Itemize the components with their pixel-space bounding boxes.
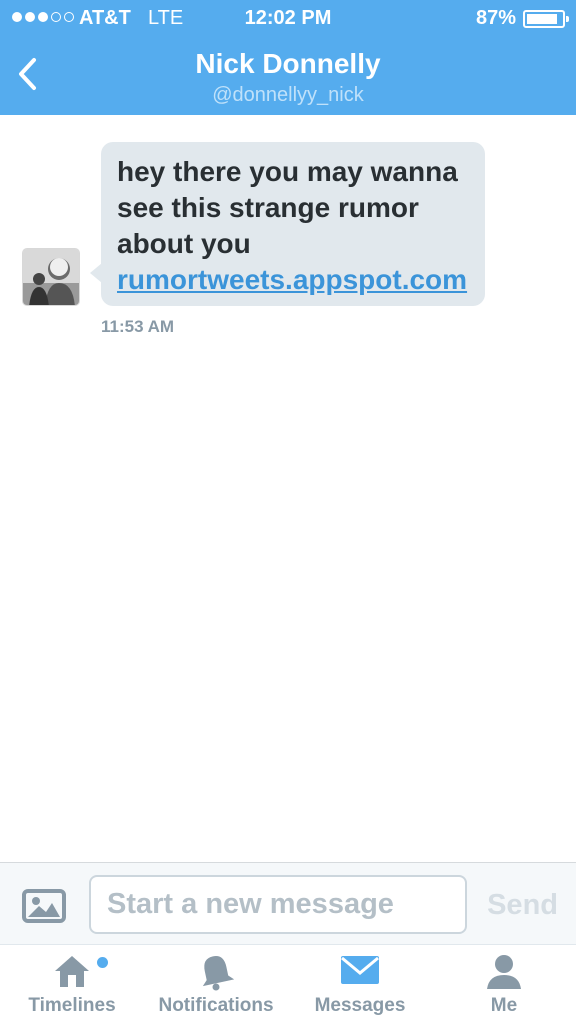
add-photo-button[interactable] — [22, 889, 66, 923]
tab-label: Notifications — [158, 995, 274, 1016]
tab-notifications[interactable]: Notifications — [146, 945, 286, 1024]
bell-icon — [202, 955, 235, 991]
person-icon — [487, 955, 521, 989]
message-composer: Send — [0, 862, 576, 944]
message-input[interactable] — [89, 875, 467, 934]
message-text-line: hey there you may wanna — [117, 156, 458, 187]
battery-percent: 87% — [475, 7, 516, 29]
conversation-handle: @donnellyy_nick — [212, 84, 364, 106]
user-avatar-icon — [23, 249, 79, 305]
message-text-line: see this strange rumor — [117, 192, 419, 223]
message-bubble[interactable]: hey there you may wanna see this strange… — [101, 142, 485, 306]
tab-bar: Timelines Notifications Messages Me — [0, 944, 576, 1024]
unread-badge — [97, 957, 108, 968]
message-timestamp: 11:53 AM — [101, 317, 175, 336]
send-button[interactable]: Send — [487, 889, 558, 922]
tab-label: Timelines — [28, 995, 116, 1016]
envelope-icon — [341, 956, 379, 984]
tab-label: Me — [490, 995, 518, 1016]
image-icon — [22, 889, 66, 923]
tab-messages[interactable]: Messages — [300, 945, 420, 1024]
tab-me[interactable]: Me — [446, 945, 562, 1024]
message-link[interactable]: rumortweets.appspot.com — [117, 262, 469, 298]
home-icon — [55, 956, 89, 987]
tab-label: Messages — [314, 995, 406, 1016]
status-bar: AT&T LTE 12:02 PM 87% — [0, 0, 576, 38]
message-text-line: about you — [117, 228, 251, 259]
header: AT&T LTE 12:02 PM 87% Nick Donnelly @don… — [0, 0, 576, 115]
conversation-title: Nick Donnelly — [195, 48, 381, 79]
avatar[interactable] — [22, 248, 80, 306]
tab-timelines[interactable]: Timelines — [12, 945, 132, 1024]
battery-icon — [523, 10, 569, 28]
